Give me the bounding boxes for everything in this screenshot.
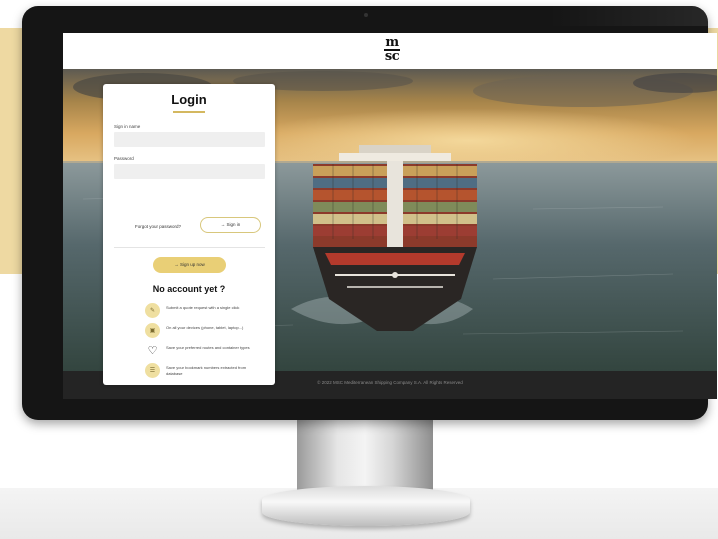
feature-text: On all your devices (phone, tablet, lapt…	[166, 325, 244, 330]
document-icon: ☰	[145, 363, 160, 378]
monitor-stand-neck	[297, 420, 433, 490]
feature-item: ♡ Save your preferred routes and contain…	[145, 342, 265, 360]
no-account-heading: No account yet ?	[152, 284, 226, 294]
quote-icon: ✎	[145, 303, 160, 318]
sign-in-button[interactable]: → Sign in	[200, 217, 261, 233]
feature-item: ▣ On all your devices (phone, tablet, la…	[145, 322, 265, 340]
feature-text: Save your preferred routes and container…	[166, 345, 250, 350]
username-label: Sign in name	[114, 124, 141, 129]
monitor-stand-base	[262, 486, 470, 526]
forgot-password-link[interactable]: Forgot your password?	[135, 224, 181, 229]
panel-divider	[114, 247, 265, 248]
feature-text: Save your bookmark numbers extracted fro…	[166, 365, 247, 376]
site-header: m sc	[63, 33, 717, 69]
screen: m sc © 2022 MSC Mediterranean Shipping C…	[63, 33, 717, 399]
camera-dot	[364, 13, 368, 17]
feature-item: ☰ Save your bookmark numbers extracted f…	[145, 362, 265, 380]
logo-top: m	[385, 35, 399, 50]
devices-icon: ▣	[145, 323, 160, 338]
password-label: Password	[114, 156, 134, 161]
sign-up-button[interactable]: → Sign up now	[153, 257, 226, 273]
login-title: Login	[171, 92, 207, 107]
feature-text: Submit a quote request with a single cli…	[166, 305, 240, 310]
login-panel: Login Sign in name Password Forgot your …	[103, 84, 275, 385]
bezel-glare	[548, 6, 708, 26]
password-input[interactable]	[114, 164, 265, 179]
msc-logo[interactable]: m sc	[381, 35, 403, 65]
heart-icon: ♡	[145, 343, 160, 358]
title-underline	[173, 111, 205, 113]
logo-bottom: sc	[384, 49, 400, 64]
feature-item: ✎ Submit a quote request with a single c…	[145, 302, 265, 320]
monitor-bezel: m sc © 2022 MSC Mediterranean Shipping C…	[22, 6, 717, 420]
username-input[interactable]	[114, 132, 265, 147]
